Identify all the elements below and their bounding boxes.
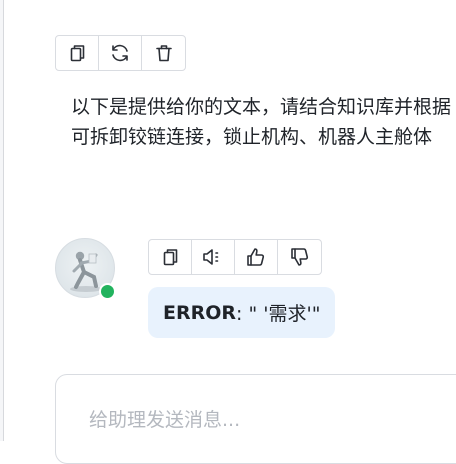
message-input[interactable]: 给助理发送消息... bbox=[55, 374, 456, 464]
online-status-indicator bbox=[99, 283, 116, 300]
thumbs-up-icon bbox=[247, 248, 265, 266]
refresh-icon bbox=[112, 44, 128, 62]
message-action-bar bbox=[55, 35, 186, 71]
message-input-placeholder: 给助理发送消息... bbox=[89, 409, 241, 431]
assistant-reply-bubble: ERROR: " '需求'" bbox=[148, 287, 336, 338]
delete-button[interactable] bbox=[142, 36, 185, 70]
sidebar-edge bbox=[0, 0, 4, 441]
dislike-button[interactable] bbox=[278, 240, 321, 274]
trash-icon bbox=[155, 45, 172, 62]
reply-action-bar bbox=[148, 239, 322, 275]
message-line-1: 以下是提供给你的文本，请结合知识库并根据 bbox=[71, 96, 452, 118]
thumbs-down-icon bbox=[290, 248, 308, 266]
error-label: ERROR bbox=[163, 301, 237, 324]
copy-icon bbox=[70, 45, 85, 62]
read-aloud-button[interactable] bbox=[192, 240, 235, 274]
message-line-2: 可拆卸铰链连接，锁止机构、机器人主舱体 bbox=[71, 126, 433, 148]
copy-reply-button[interactable] bbox=[149, 240, 192, 274]
copy-button[interactable] bbox=[56, 36, 99, 70]
copy-icon bbox=[163, 249, 178, 266]
error-message: : " '需求'" bbox=[236, 303, 321, 325]
like-button[interactable] bbox=[235, 240, 278, 274]
message-body: 以下是提供给你的文本，请结合知识库并根据 可拆卸铰链连接，锁止机构、机器人主舱体 bbox=[71, 92, 456, 152]
regenerate-button[interactable] bbox=[99, 36, 142, 70]
speaker-icon bbox=[203, 249, 220, 265]
